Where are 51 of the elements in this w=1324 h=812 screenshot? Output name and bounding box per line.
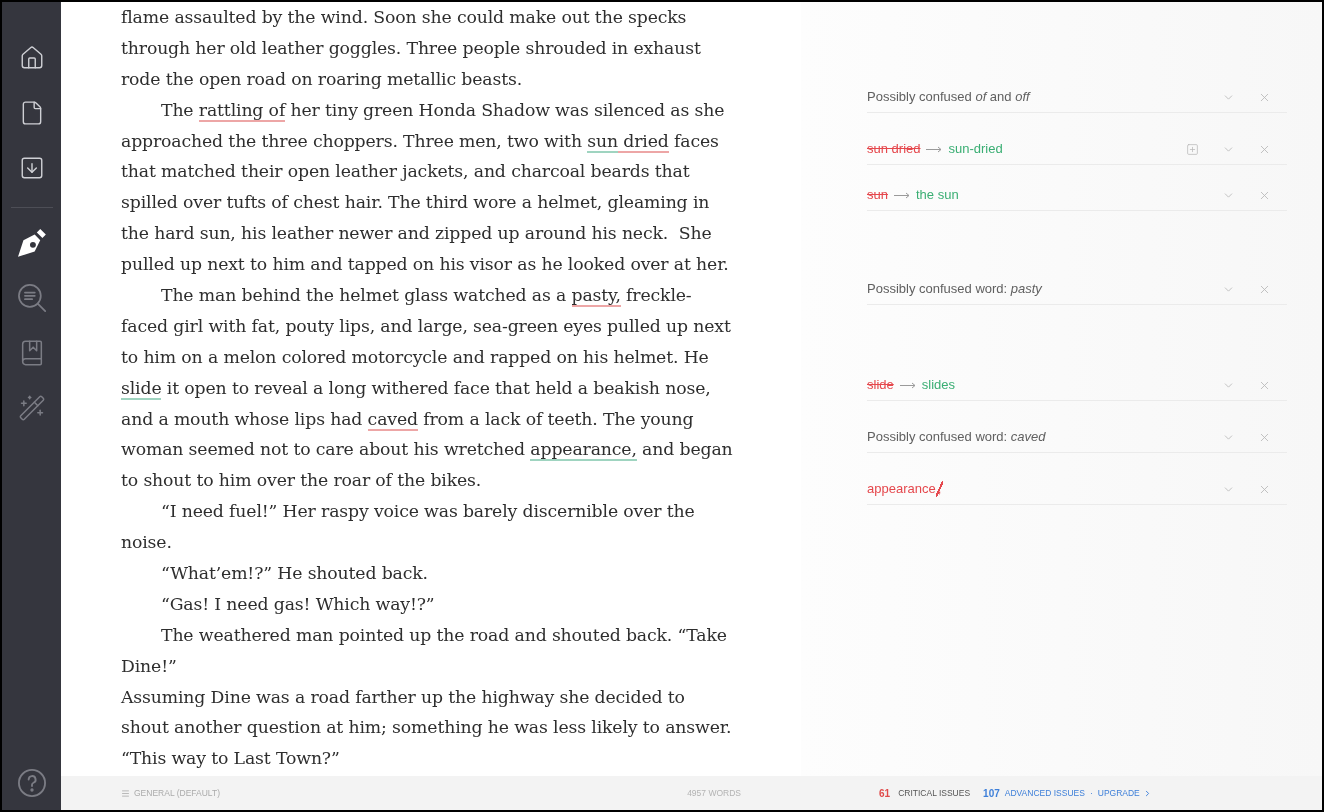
issue-text: Possibly confused word: caved xyxy=(867,429,1046,445)
paragraph: flame assaulted by the wind. Soon she could make out the specks through her old leather goggles. Three people shrouded in exhaust rode the open road on roaring metallic beasts. xyxy=(121,6,702,91)
paragraph: “This way to Last Town?” xyxy=(121,747,341,771)
separator: · xyxy=(1089,788,1093,798)
removed-text: slide xyxy=(867,377,894,393)
menu-icon[interactable] xyxy=(121,788,130,798)
flagged-word[interactable]: pasty, xyxy=(571,285,621,307)
issue-card[interactable]: sun the sun xyxy=(867,165,1287,211)
arrow-right-icon xyxy=(893,191,910,199)
paragraph: The rattling of her tiny green Honda Shadow was silenced as she approached the three choppers. Three men, two with sun dried faces that matched their open leather jackets, and charcoal beards that spilled over tufts of chest hair. The third wore a helmet, gleaming in the hard sun, his leather newer and zipped up around his neck. She pulled up next to him and tapped on his visor as he looked over at her. xyxy=(121,98,730,277)
issue-card[interactable]: Possibly confused of and off xyxy=(867,67,1287,113)
issue-card[interactable]: slide slides xyxy=(867,355,1287,401)
paragraph: The man behind the helmet glass watched as a pasty, freckle- faced girl with fat, pouty lips, and large, sea-green eyes pulled up next to him on a melon colored motorcycle and rapped on his helmet. He slide it open to reveal a long withered face that held a beakish nose, and a mouth whose lips had caved from a lack of teeth. The young woman seemed not to care about his wretched appearance, and began to shout to him over the roar of the bikes. xyxy=(121,284,734,493)
flagged-word[interactable]: slide xyxy=(121,377,162,400)
plus-square-icon[interactable] xyxy=(1186,142,1199,156)
removed-text: sun dried xyxy=(867,141,921,157)
issue-card[interactable]: appearance, xyxy=(867,459,1287,505)
removed-punctuation[interactable]: , xyxy=(935,481,944,497)
text-search-icon[interactable] xyxy=(17,284,46,312)
suggested-text[interactable]: the sun xyxy=(915,187,959,203)
critical-label: CRITICAL ISSUES xyxy=(898,788,971,798)
suggested-text[interactable]: sun-dried xyxy=(948,141,1003,157)
paragraph: “I need fuel!” Her raspy voice was barely discernible over the noise. xyxy=(121,500,696,555)
advanced-issues-link[interactable]: ADVANCED ISSUES xyxy=(1004,788,1085,798)
issue-text: Possibly confused word: pasty xyxy=(867,281,1042,297)
issue-card[interactable]: sun dried sun-dried xyxy=(867,119,1287,165)
arrow-right-icon xyxy=(899,381,916,389)
word-count: 4957 WORDS xyxy=(687,788,741,798)
flagged-text: appearance xyxy=(867,481,936,497)
flagged-word[interactable]: sun xyxy=(587,130,618,153)
style-label[interactable]: GENERAL (DEFAULT) xyxy=(134,788,220,798)
advanced-count: 107 xyxy=(983,787,1000,799)
removed-text: sun xyxy=(867,187,888,203)
pen-nib-icon[interactable] xyxy=(17,229,46,257)
upgrade-link[interactable]: UPGRADE xyxy=(1097,788,1140,798)
magic-wand-icon[interactable] xyxy=(17,394,46,422)
suggested-text[interactable]: slides xyxy=(921,377,955,393)
issue-card[interactable]: Possibly confused word: caved xyxy=(867,407,1287,453)
paragraph: Assuming Dine was a road farther up the highway she decided to shout another question at him; something he was less likely to answer. xyxy=(121,685,733,740)
flagged-word[interactable]: dried xyxy=(617,130,669,153)
help-icon[interactable] xyxy=(17,768,46,797)
issue-card[interactable]: Possibly confused word: pasty xyxy=(867,259,1287,305)
critical-count: 61 xyxy=(879,787,891,799)
issue-text: Possibly confused of and off xyxy=(867,89,1030,105)
paragraph: “What’em!?” He shouted back. xyxy=(160,562,429,586)
flagged-word[interactable]: appearance, xyxy=(530,439,637,462)
flagged-word[interactable]: rattling of xyxy=(198,99,286,122)
arrow-right-icon xyxy=(926,145,943,153)
paragraph: The weathered man pointed up the road and shouted back. “Take Dine!” xyxy=(121,623,728,678)
paragraph: “Gas! I need gas! Which way!?” xyxy=(160,592,436,616)
flagged-word[interactable]: caved xyxy=(367,408,418,431)
